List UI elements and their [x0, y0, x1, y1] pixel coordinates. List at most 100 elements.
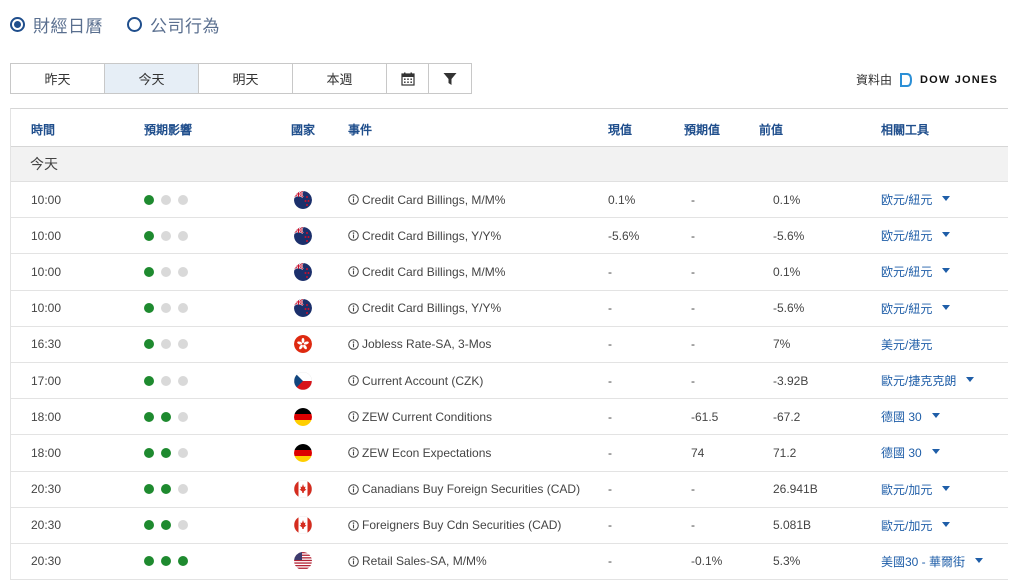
cell-event[interactable]: Credit Card Billings, M/M%	[348, 182, 505, 217]
event-name: Credit Card Billings, M/M%	[362, 192, 506, 207]
cell-related-tool[interactable]: 欧元/紐元	[881, 218, 951, 253]
cell-event[interactable]: Credit Card Billings, Y/Y%	[348, 218, 501, 253]
related-tool-link[interactable]: 歐元/捷克克朗	[881, 372, 956, 389]
info-icon[interactable]	[348, 230, 359, 242]
related-tool-link[interactable]: 德國 30	[881, 444, 922, 461]
related-tool-link[interactable]: 歐元/加元	[881, 481, 932, 498]
radio-unselected-icon	[127, 17, 142, 32]
caret-down-icon[interactable]	[931, 449, 940, 455]
info-icon[interactable]	[348, 411, 359, 422]
cell-actual: -	[608, 445, 612, 460]
cell-event[interactable]: Retail Sales-SA, M/M%	[348, 544, 487, 579]
related-tool-link[interactable]: 美國30 - 華爾街	[881, 553, 965, 570]
cell-related-tool[interactable]: 德國 30	[881, 399, 940, 434]
ca-flag-icon	[294, 480, 312, 499]
cell-event[interactable]: ZEW Econ Expectations	[348, 435, 491, 470]
cell-event[interactable]: Credit Card Billings, Y/Y%	[348, 291, 501, 326]
hk-flag-icon	[294, 335, 312, 354]
table-row: 10:00 Credit Card Billings, M/M% 0.1% - 0.1%…	[11, 182, 1008, 219]
related-tool-link[interactable]: 歐元/加元	[881, 517, 932, 534]
impact-dot-icon	[161, 484, 171, 495]
cell-related-tool[interactable]: 美元/港元	[881, 327, 932, 362]
info-icon[interactable]	[348, 556, 359, 567]
impact-dot-icon	[178, 375, 188, 386]
tab-yesterday[interactable]: 昨天	[11, 64, 105, 93]
cell-country	[294, 182, 312, 217]
cell-impact	[144, 399, 195, 434]
calendar-button[interactable]	[387, 64, 429, 93]
caret-down-icon[interactable]	[942, 304, 951, 310]
impact-dot-icon	[161, 194, 171, 205]
cell-event[interactable]: Canadians Buy Foreign Securities (CAD)	[348, 472, 580, 507]
info-icon[interactable]	[348, 447, 359, 459]
info-icon[interactable]	[348, 375, 359, 386]
cell-related-tool[interactable]: 欧元/紐元	[881, 182, 951, 217]
info-icon[interactable]	[348, 520, 359, 531]
day-tabs: 昨天 今天 明天 本週	[10, 63, 472, 94]
cell-country	[294, 399, 312, 434]
radio-economic-calendar[interactable]: 財經日曆	[10, 12, 103, 37]
info-icon[interactable]	[348, 339, 359, 350]
radio-corporate-actions[interactable]: 公司行為	[127, 12, 220, 37]
cell-related-tool[interactable]: 歐元/加元	[881, 472, 951, 507]
cell-actual: -	[608, 482, 612, 497]
tab-today[interactable]: 今天	[105, 64, 199, 93]
source-label: 資料由	[855, 73, 892, 87]
related-tool-link[interactable]: 美元/港元	[881, 336, 932, 353]
related-tool-link[interactable]: 欧元/紐元	[881, 300, 932, 317]
cell-previous: 71.2	[773, 445, 797, 460]
cell-event[interactable]: Foreigners Buy Cdn Securities (CAD)	[348, 508, 561, 543]
impact-dot-icon	[144, 303, 154, 314]
cell-related-tool[interactable]: 欧元/紐元	[881, 291, 951, 326]
impact-dot-icon	[144, 484, 154, 495]
cell-related-tool[interactable]: 歐元/捷克克朗	[881, 363, 975, 398]
header-tools: 相關工具	[881, 122, 930, 137]
event-name: Credit Card Billings, M/M%	[362, 264, 506, 279]
de-flag-icon	[294, 443, 312, 462]
cell-country	[294, 327, 312, 362]
radio-label: 財經日曆	[33, 17, 103, 36]
info-icon[interactable]	[348, 266, 359, 278]
cell-previous: 5.3%	[773, 554, 801, 569]
cell-event[interactable]: Current Account (CZK)	[348, 363, 483, 398]
related-tool-link[interactable]: 欧元/紐元	[881, 263, 932, 280]
cell-previous: 0.1%	[773, 264, 801, 279]
related-tool-link[interactable]: 欧元/紐元	[881, 191, 932, 208]
tab-tomorrow[interactable]: 明天	[199, 64, 293, 93]
impact-dot-icon	[144, 447, 154, 458]
filter-button[interactable]	[429, 64, 471, 93]
info-icon[interactable]	[348, 483, 359, 495]
cell-event[interactable]: Credit Card Billings, M/M%	[348, 254, 505, 289]
cell-event[interactable]: Jobless Rate-SA, 3-Mos	[348, 327, 491, 362]
caret-down-icon[interactable]	[942, 268, 951, 274]
cell-event[interactable]: ZEW Current Conditions	[348, 399, 492, 434]
caret-down-icon[interactable]	[942, 232, 951, 238]
cell-related-tool[interactable]: 歐元/加元	[881, 508, 951, 543]
related-tool-link[interactable]: 欧元/紐元	[881, 227, 932, 244]
cell-actual: -	[608, 409, 612, 424]
caret-down-icon[interactable]	[942, 521, 951, 527]
cell-forecast: -61.5	[691, 409, 719, 424]
cell-country	[294, 254, 312, 289]
cell-actual: -	[608, 518, 612, 533]
cell-country	[294, 544, 312, 579]
caret-down-icon[interactable]	[931, 413, 940, 419]
cell-related-tool[interactable]: 德國 30	[881, 435, 940, 470]
header-time: 時間	[31, 122, 56, 137]
info-icon[interactable]	[348, 194, 359, 205]
related-tool-link[interactable]: 德國 30	[881, 408, 922, 425]
caret-down-icon[interactable]	[942, 196, 951, 202]
impact-dot-icon	[161, 339, 171, 350]
cell-related-tool[interactable]: 欧元/紐元	[881, 254, 951, 289]
cell-related-tool[interactable]: 美國30 - 華爾街	[881, 544, 984, 579]
tab-this-week[interactable]: 本週	[293, 64, 387, 93]
cell-time: 18:00	[31, 445, 62, 460]
calendar-icon	[400, 72, 415, 86]
impact-dot-icon	[144, 411, 154, 422]
data-source: 資料由 DOW JONES	[856, 71, 998, 88]
caret-down-icon[interactable]	[966, 377, 975, 383]
caret-down-icon[interactable]	[975, 557, 984, 563]
info-icon[interactable]	[348, 302, 359, 314]
event-name: ZEW Current Conditions	[362, 409, 493, 424]
caret-down-icon[interactable]	[942, 485, 951, 491]
